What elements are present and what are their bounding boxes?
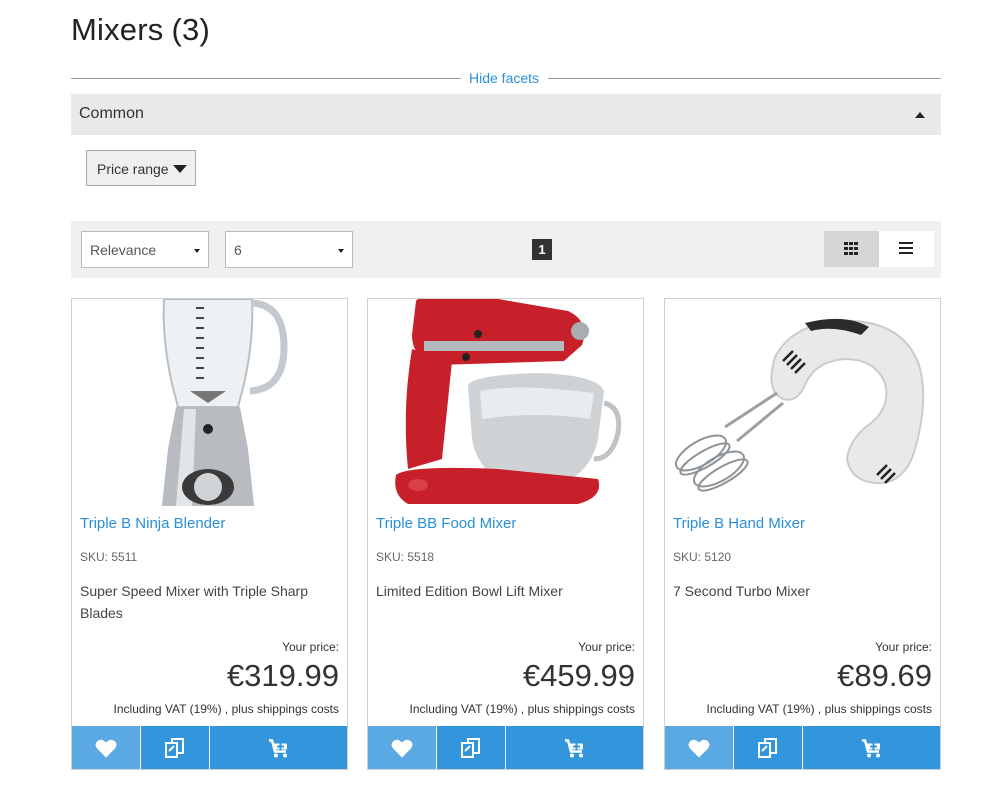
product-card: Triple BB Food Mixer SKU: 5518 Limited E… xyxy=(367,298,644,770)
cart-icon xyxy=(268,738,287,757)
sort-select-value: Relevance xyxy=(90,242,157,258)
product-name-link[interactable]: Triple B Hand Mixer xyxy=(673,515,805,532)
add-to-cart-button[interactable] xyxy=(506,726,643,769)
facets-divider: Hide facets xyxy=(71,70,941,88)
heart-icon xyxy=(688,739,710,757)
divider-line-right xyxy=(548,78,941,79)
page-title: Mixers (3) xyxy=(71,12,210,48)
facet-group-label: Common xyxy=(79,105,144,122)
sort-select[interactable]: Relevance xyxy=(81,231,209,268)
cart-icon xyxy=(564,738,583,757)
product-actions xyxy=(368,726,643,769)
product-price: €319.99 xyxy=(226,658,339,693)
divider-line-left xyxy=(71,78,461,79)
caret-down-icon xyxy=(173,165,187,173)
product-image-blender[interactable] xyxy=(72,299,347,506)
product-card: Triple B Hand Mixer SKU: 5120 7 Second T… xyxy=(664,298,941,770)
hide-facets-link[interactable]: Hide facets xyxy=(469,70,539,86)
add-to-compare-button[interactable] xyxy=(734,726,802,769)
add-to-cart-button[interactable] xyxy=(210,726,347,769)
vat-note: Including VAT (19%) , plus shippings cos… xyxy=(409,702,635,716)
product-sku: SKU: 5120 xyxy=(673,550,732,564)
grid-view-button[interactable] xyxy=(824,231,879,267)
sort-caret-icon xyxy=(194,249,200,253)
compare-icon xyxy=(758,737,777,758)
your-price-label: Your price: xyxy=(578,640,635,654)
add-to-cart-button[interactable] xyxy=(803,726,940,769)
add-to-compare-button[interactable] xyxy=(141,726,209,769)
product-sku: SKU: 5511 xyxy=(80,550,138,564)
results-toolbar: Relevance 6 1 xyxy=(71,221,941,278)
product-card: Triple B Ninja Blender SKU: 5511 Super S… xyxy=(71,298,348,770)
product-image-hand-mixer[interactable] xyxy=(665,299,940,506)
list-icon xyxy=(899,242,913,254)
vat-note: Including VAT (19%) , plus shippings cos… xyxy=(706,702,932,716)
product-price: €459.99 xyxy=(522,658,635,693)
product-actions xyxy=(665,726,940,769)
product-description: 7 Second Turbo Mixer xyxy=(673,583,810,599)
grid-icon xyxy=(844,242,858,255)
page-size-caret-icon xyxy=(338,249,344,253)
add-to-wishlist-button[interactable] xyxy=(665,726,733,769)
product-image-food-mixer[interactable] xyxy=(368,299,643,506)
add-to-compare-button[interactable] xyxy=(437,726,505,769)
add-to-wishlist-button[interactable] xyxy=(72,726,140,769)
product-price: €89.69 xyxy=(837,658,932,693)
result-count: (3) xyxy=(171,12,210,47)
your-price-label: Your price: xyxy=(282,640,339,654)
list-view-button[interactable] xyxy=(879,231,934,267)
cart-icon xyxy=(861,738,880,757)
facet-group-common[interactable]: Common xyxy=(71,94,941,135)
product-description: Limited Edition Bowl Lift Mixer xyxy=(376,583,563,599)
compare-icon xyxy=(165,737,184,758)
compare-icon xyxy=(461,737,480,758)
page-size-select[interactable]: 6 xyxy=(225,231,353,268)
add-to-wishlist-button[interactable] xyxy=(368,726,436,769)
price-range-label: Price range xyxy=(97,161,169,177)
product-name-link[interactable]: Triple BB Food Mixer xyxy=(376,515,516,532)
price-range-dropdown[interactable]: Price range xyxy=(86,150,196,186)
page-size-value: 6 xyxy=(234,242,242,258)
caret-up-icon xyxy=(915,112,925,118)
page-title-text: Mixers xyxy=(71,12,164,47)
heart-icon xyxy=(95,739,117,757)
heart-icon xyxy=(391,739,413,757)
product-sku: SKU: 5518 xyxy=(376,550,435,564)
pagination-current-page[interactable]: 1 xyxy=(532,239,552,260)
product-name-link[interactable]: Triple B Ninja Blender xyxy=(80,515,225,532)
vat-note: Including VAT (19%) , plus shippings cos… xyxy=(113,702,339,716)
product-description: Super Speed Mixer with Triple Sharp Blad… xyxy=(80,583,308,621)
your-price-label: Your price: xyxy=(875,640,932,654)
product-actions xyxy=(72,726,347,769)
